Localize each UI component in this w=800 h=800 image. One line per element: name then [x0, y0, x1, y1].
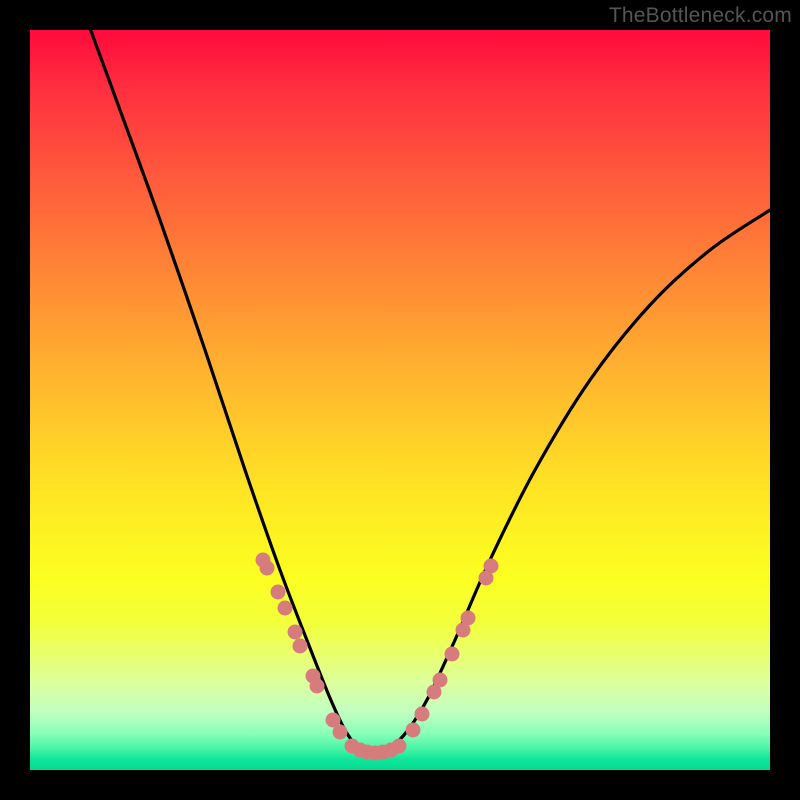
data-marker — [310, 679, 325, 694]
chart-frame: TheBottleneck.com — [0, 0, 800, 800]
data-marker — [433, 673, 448, 688]
curve-layer — [30, 30, 770, 770]
data-marker — [415, 707, 430, 722]
data-marker — [484, 559, 499, 574]
watermark-text: TheBottleneck.com — [609, 4, 792, 28]
data-marker — [293, 639, 308, 654]
bottleneck-curve — [87, 30, 770, 750]
data-marker — [288, 625, 303, 640]
plot-area — [30, 30, 770, 770]
data-marker — [406, 723, 421, 738]
data-marker — [271, 585, 286, 600]
data-marker — [278, 601, 293, 616]
data-marker — [392, 739, 407, 754]
data-marker — [461, 611, 476, 626]
data-marker — [333, 725, 348, 740]
curve-markers — [256, 553, 499, 761]
data-marker — [260, 561, 275, 576]
data-marker — [445, 647, 460, 662]
